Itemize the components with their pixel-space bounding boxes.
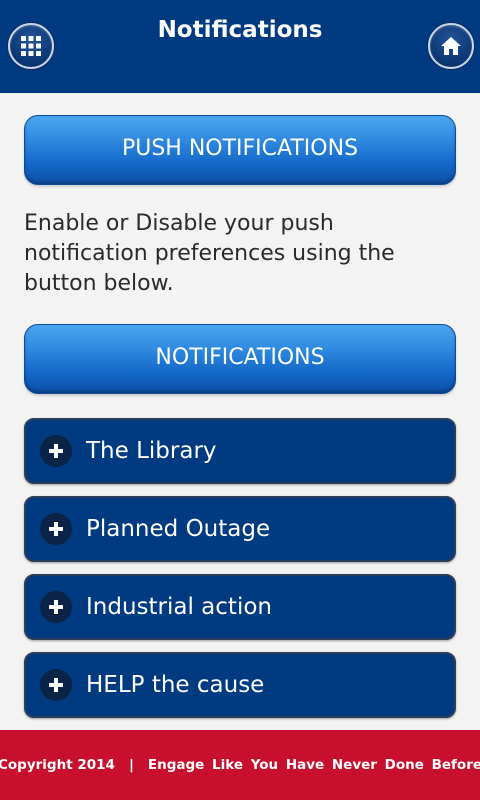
plus-icon [40,669,72,701]
plus-icon [40,513,72,545]
accordion-item-planned-outage[interactable]: Planned Outage [24,496,456,562]
notifications-button[interactable]: NOTIFICATIONS [24,324,456,394]
footer: Copyright 2014 | Engage Like You Have Ne… [0,730,480,800]
footer-separator: | [128,757,134,773]
accordion-item-label: Industrial action [86,594,272,620]
accordion-item-industrial-action[interactable]: Industrial action [24,574,456,640]
home-icon [441,37,461,55]
main-content: PUSH NOTIFICATIONS Enable or Disable you… [0,93,480,730]
description-text: Enable or Disable your push notification… [24,211,395,296]
accordion-item-help-the-cause[interactable]: HELP the cause [24,652,456,718]
accordion-item-label: HELP the cause [86,672,265,698]
copyright-text: Copyright 2014 [0,757,115,773]
page-title: Notifications [157,17,323,43]
plus-icon [40,591,72,623]
home-button[interactable] [428,23,474,69]
accordion-item-label: Planned Outage [86,516,271,542]
footer-tagline: Engage Like You Have Never Done Before [147,757,480,773]
app-header: Notifications [0,0,480,93]
accordion-item-the-library[interactable]: The Library [24,418,456,484]
push-notifications-button[interactable]: PUSH NOTIFICATIONS [24,115,456,185]
accordion-item-label: The Library [86,438,217,464]
plus-icon [40,435,72,467]
